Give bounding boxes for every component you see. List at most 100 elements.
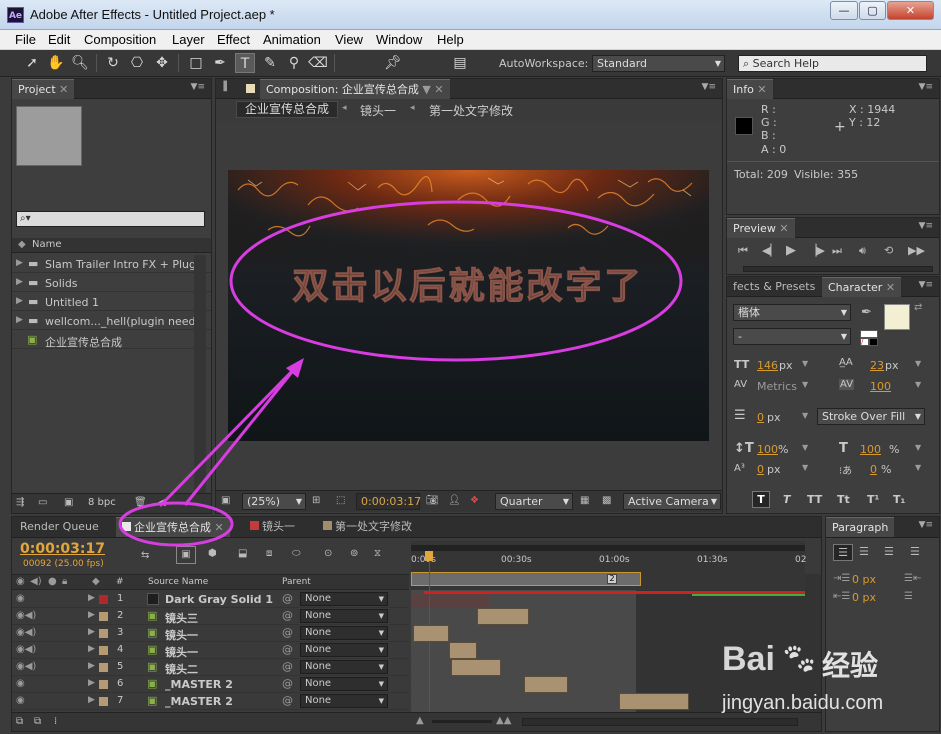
panel-menu-icon[interactable]: ▼≡ (919, 221, 933, 231)
tab-character[interactable]: Character ✕ (822, 277, 902, 297)
minimize-button[interactable]: — (830, 1, 858, 20)
menu-composition[interactable]: Composition (84, 32, 156, 47)
camera-dropdown[interactable]: Active Camera ▼ (623, 493, 721, 510)
tab-info[interactable]: Info ✕ (727, 79, 773, 99)
parent-dropdown[interactable]: None ▼ (300, 643, 388, 657)
pen-icon[interactable]: ✒ (210, 53, 230, 73)
selection-arrow-icon[interactable]: ➚ (22, 53, 42, 73)
new-composition-icon[interactable]: ▣ (64, 497, 73, 508)
motion-blur-icon[interactable]: ⧈ (266, 548, 272, 559)
kerning-value[interactable]: Metrics (757, 380, 797, 393)
menu-file[interactable]: File (15, 32, 36, 47)
audio-icon[interactable]: 🔊︎ (859, 244, 866, 258)
layer-duration-bar[interactable] (477, 608, 529, 625)
timeline-current-time[interactable]: 0:00:03:17 (20, 541, 105, 557)
subscript-button[interactable]: T₁ (893, 493, 905, 506)
new-folder-icon[interactable]: ▭ (38, 497, 47, 508)
workspace-dropdown[interactable]: Standard ▼ (592, 55, 725, 72)
indent-left-value[interactable]: 0 px (852, 573, 876, 586)
horizontal-scale-value[interactable]: 100 (860, 443, 881, 456)
panel-menu-icon[interactable]: ▼≡ (919, 82, 933, 92)
list-item[interactable]: ▶▬wellcom..._hell(plugin needed) (12, 313, 211, 330)
search-help-input[interactable]: ⌕ Search Help (738, 55, 927, 72)
eraser-icon[interactable]: ⌫ (308, 53, 328, 73)
resolution-dropdown[interactable]: Quarter ▼ (495, 493, 573, 510)
parent-dropdown[interactable]: None ▼ (300, 626, 388, 640)
parent-dropdown[interactable]: None ▼ (300, 677, 388, 691)
prev-frame-icon[interactable]: ◀▏ (762, 244, 779, 257)
table-row[interactable]: ◉◀) ▶ 5 ▣ 镜头二 @ None ▼ (12, 659, 409, 676)
toggle-switches-icon[interactable]: ⧉ (16, 716, 23, 727)
playhead-handle[interactable] (425, 551, 433, 561)
panel-menu-icon[interactable]: ▼≡ (919, 280, 933, 290)
play-icon[interactable]: ▶ (786, 243, 796, 258)
draft-3d-icon[interactable]: ▣ (176, 546, 196, 564)
parent-dropdown[interactable]: None ▼ (300, 609, 388, 623)
always-preview-icon[interactable]: ▣ (221, 495, 230, 506)
trash-icon[interactable]: 🗑︎ (134, 497, 147, 508)
tab-timeline-main[interactable]: 企业宣传总合成 ✕ (116, 517, 230, 537)
baseline-shift-value[interactable]: 0 (757, 463, 764, 476)
tracking-value[interactable]: 100 (870, 380, 891, 393)
list-item[interactable]: ▶ ▬ Untitled 1 (12, 294, 211, 311)
project-search-input[interactable]: ⌕▾ (16, 211, 205, 227)
project-scrollbar[interactable] (194, 255, 206, 495)
maximize-button[interactable]: ▢ (859, 1, 886, 20)
magnification-dropdown[interactable]: (25%) ▼ (242, 493, 306, 510)
tab-render-queue[interactable]: Render Queue (14, 517, 105, 537)
menu-help[interactable]: Help (437, 32, 464, 47)
comp-mini-flowchart-icon[interactable]: ⇆ (141, 550, 149, 561)
table-row[interactable]: ◉ ▶ 6 ▣ _MASTER 2 @ None ▼ (12, 676, 409, 693)
first-line-indent-value[interactable]: 0 px (852, 591, 876, 604)
align-center-icon[interactable]: ☰ (859, 545, 869, 558)
rectangle-icon[interactable]: □ (186, 53, 206, 73)
font-family-dropdown[interactable]: 楷体 ▼ (733, 304, 851, 321)
tab-project[interactable]: Project ✕ (12, 79, 75, 99)
zoom-icon[interactable]: 🔍︎ (70, 53, 90, 73)
time-ruler[interactable]: 0:00s 00:30s 01:00s 01:30s 02 2 (411, 541, 806, 590)
table-row[interactable]: ◉◀) ▶ 3 ▣ 镜头一 @ None ▼ (12, 625, 409, 642)
faux-italic-button[interactable]: T (783, 493, 791, 506)
graph-editor-icon[interactable]: ⬭ (292, 548, 301, 559)
hide-shy-icon[interactable]: ⬢ (208, 548, 217, 559)
timeline-scrollbar[interactable] (522, 718, 798, 726)
type-icon[interactable]: T (235, 53, 255, 73)
vertical-scale-value[interactable]: 100 (757, 443, 778, 456)
toggle-transfer-icon[interactable]: ⁞ (54, 716, 57, 727)
panel-menu-icon[interactable]: ▼≡ (919, 520, 933, 530)
list-item[interactable]: ▶▬Slam Trailer Intro FX + Plug-in⊞ (12, 256, 211, 273)
stroke-mode-dropdown[interactable]: Stroke Over Fill ▼ (817, 408, 925, 425)
composition-marker[interactable]: 2 (607, 574, 617, 584)
leading-value[interactable]: 23 (870, 359, 884, 372)
panel-menu-icon[interactable]: ▼≡ (191, 82, 205, 92)
scroll-left-icon[interactable]: ◀ (158, 497, 166, 508)
tab-timeline-shot1[interactable]: 镜头一 (244, 517, 301, 537)
fill-color-swatch[interactable] (884, 304, 910, 330)
loop-icon[interactable]: ⟲ (884, 244, 893, 257)
menu-window[interactable]: Window (376, 32, 422, 47)
bit-depth[interactable]: 8 bpc (88, 497, 116, 508)
toggle-modes-icon[interactable]: ⧉ (34, 716, 41, 727)
current-time-display[interactable]: 0:00:03:17 (356, 493, 421, 510)
no-color-chip[interactable]: / (860, 338, 869, 346)
layer-switches-icon[interactable]: ⧖ (374, 548, 381, 559)
mask-visibility-icon[interactable]: ⬚ (336, 495, 345, 506)
region-of-interest-icon[interactable]: ▦ (580, 495, 589, 506)
timeline-vertical-scrollbar[interactable] (805, 574, 821, 712)
align-right-icon[interactable]: ☰ (884, 545, 894, 558)
parent-dropdown[interactable]: None ▼ (300, 660, 388, 674)
justify-icon[interactable]: ☰ (910, 545, 920, 558)
timeline-zoom-slider[interactable] (432, 720, 492, 723)
white-color-chip[interactable] (860, 330, 878, 338)
menu-effect[interactable]: Effect (217, 32, 250, 47)
brush-icon[interactable]: ✎ (260, 53, 280, 73)
swap-colors-icon[interactable]: ⇄ (914, 302, 922, 313)
list-item[interactable]: ▣ 企业宣传总合成 (12, 332, 211, 349)
close-button[interactable]: ✕ (887, 1, 934, 20)
parent-dropdown[interactable]: None ▼ (300, 694, 388, 708)
next-frame-icon[interactable]: ▕▶ (808, 244, 825, 257)
layer-duration-bar[interactable] (619, 693, 689, 710)
preview-range-slider[interactable] (743, 266, 933, 272)
stroke-width-value[interactable]: 0 (757, 411, 764, 424)
snapshot-icon[interactable]: 📷︎ (426, 495, 439, 506)
